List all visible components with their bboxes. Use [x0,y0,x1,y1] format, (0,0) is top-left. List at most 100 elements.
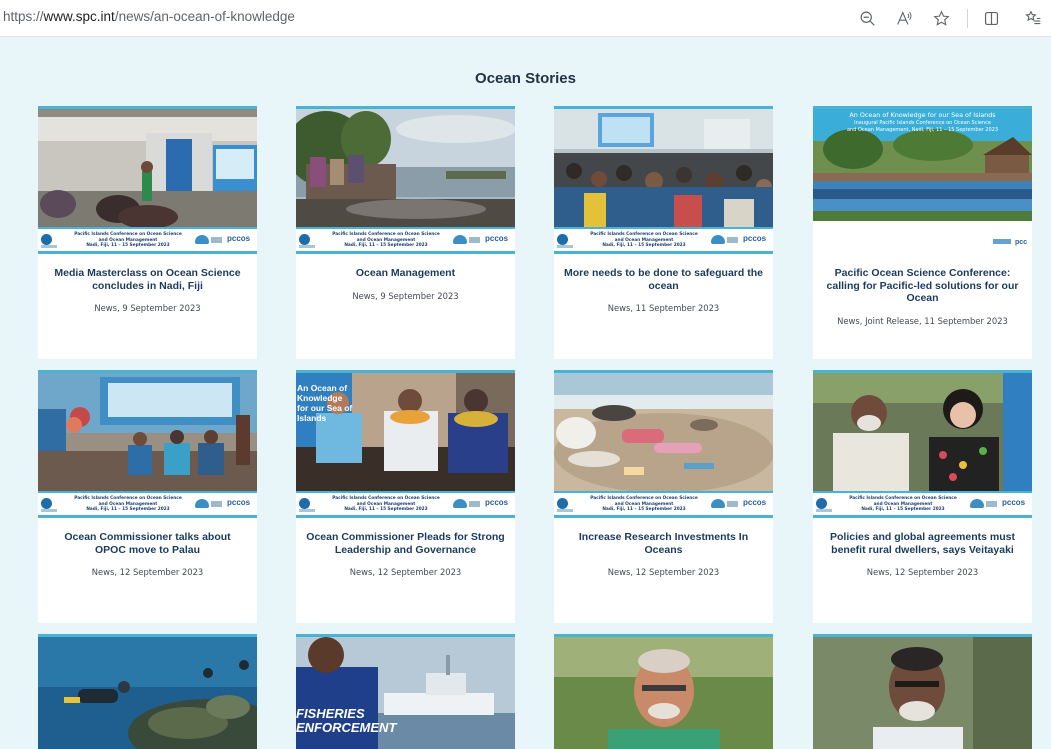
card-thumbnail[interactable]: Pacific Islands Conference on Ocean Scie… [296,109,515,254]
banner-text: Pacific Islands Conference on Ocean Scie… [68,232,188,249]
card-thumbnail[interactable]: Pacific Islands Conference on Ocean Scie… [813,373,1032,518]
story-card-10[interactable]: FISHERIES ENFORCEMENT [296,634,515,749]
pccos-logo: pccos [743,234,767,243]
story-card-11[interactable] [554,634,773,749]
header-line-2: Inaugural Pacific Islands Conference on … [854,120,991,126]
card-meta: News, 12 September 2023 [91,567,204,577]
favorite-star-icon[interactable] [929,6,953,30]
pccos-logo: pccos [227,234,251,243]
card-meta: News, 12 September 2023 [866,567,979,577]
banner-text: Pacific Islands Conference on Ocean Scie… [843,496,963,513]
card-title[interactable]: Increase Research Investments In Oceans [564,531,763,556]
spc-logo-icon [41,498,52,509]
partner-logo-text [469,237,480,243]
conference-banner: Pacific Islands Conference on Ocean Scie… [554,227,773,254]
banner-text: Pacific Islands Conference on Ocean Scie… [326,232,446,249]
logo-caption [816,509,832,512]
pccos-logo: pccos [485,498,509,507]
story-card-12[interactable] [813,634,1032,749]
card-title[interactable]: Ocean Commissioner Pleads for Strong Lea… [306,531,505,556]
conference-banner: Pacific Islands Conference on Ocean Scie… [38,491,257,518]
logo-caption [41,509,57,512]
story-card-1[interactable]: Pacific Islands Conference on Ocean Scie… [38,106,257,359]
header-line-1: An Ocean of Knowledge for our Sea of Isl… [849,111,996,119]
card-meta: News, 12 September 2023 [607,567,720,577]
banner-text: Pacific Islands Conference on Ocean Scie… [584,232,704,249]
partner-logo-icon [453,499,467,508]
banner-line-3: Nadi, Fiji, 11 – 15 September 2023 [86,243,170,248]
banner-line-3: Nadi, Fiji, 11 – 15 September 2023 [602,243,686,248]
vest-line-2: ENFORCEMENT [296,720,397,735]
conference-banner: Pacific Islands Conference on Ocean Scie… [296,491,515,518]
card-thumbnail[interactable]: Pacific Islands Conference on Ocean Scie… [38,373,257,518]
partner-logo-text [211,237,222,243]
portrait-photo [554,637,773,749]
diver-reef-photo [38,637,257,749]
spc-logo-icon [41,234,52,245]
card-title[interactable]: Pacific Ocean Science Conference: callin… [823,267,1022,305]
card-thumbnail[interactable]: Pacific Islands Conference on Ocean Scie… [554,109,773,254]
banner-line-1: Pacific Islands Conference on Ocean Scie… [590,232,698,237]
url-field[interactable]: https://www.spc.int/news/an-ocean-of-kno… [3,9,295,24]
banner-line-1: Pacific Islands Conference on Ocean Scie… [332,232,440,237]
card-title[interactable]: Ocean Management [306,267,505,280]
card-title[interactable]: More needs to be done to safeguard the o… [564,267,763,292]
vest-line-1: FISHERIES [296,706,365,721]
svg-text:pcc: pcc [1015,239,1027,246]
split-screen-icon[interactable] [979,6,1003,30]
banner-line-1: Pacific Islands Conference on Ocean Scie… [590,496,698,501]
partner-logo-icon [970,499,984,508]
card-meta: News, 9 September 2023 [352,290,459,301]
partner-logo-text [727,501,738,507]
story-card-8[interactable]: Pacific Islands Conference on Ocean Scie… [813,370,1032,623]
zoom-out-icon[interactable] [855,6,879,30]
story-card-4[interactable]: pcc An Ocean of Knowledge for our Sea of… [813,106,1032,359]
banner-line-3: Nadi, Fiji, 11 – 15 September 2023 [861,507,945,512]
card-title[interactable]: Policies and global agreements must bene… [823,531,1022,556]
pccos-logo: pccos [485,234,509,243]
speakers-photo [813,373,1032,491]
banner-line-1: Pacific Islands Conference on Ocean Scie… [849,496,957,501]
card-thumbnail[interactable]: An Ocean of Knowledge for our Sea of Isl… [296,373,515,518]
banner-line-3: Nadi, Fiji, 11 – 15 September 2023 [344,507,428,512]
panel-discussion-photo [38,373,257,491]
story-card-5[interactable]: Pacific Islands Conference on Ocean Scie… [38,370,257,623]
coastal-village-photo [296,109,515,227]
logo-caption [299,509,315,512]
partner-logo-icon [195,499,209,508]
favorites-list-icon[interactable] [1021,6,1045,30]
story-card-6[interactable]: An Ocean of Knowledge for our Sea of Isl… [296,370,515,623]
banner-line-1: Pacific Islands Conference on Ocean Scie… [74,496,182,501]
pccos-logo: pccos [1002,498,1026,507]
story-card-7[interactable]: Pacific Islands Conference on Ocean Scie… [554,370,773,623]
banner-line-3: Nadi, Fiji, 11 – 15 September 2023 [344,243,428,248]
speaker-portrait-photo [813,637,1032,749]
story-card-3[interactable]: Pacific Islands Conference on Ocean Scie… [554,106,773,359]
partner-logo-text [469,501,480,507]
partner-logo-icon [453,235,467,244]
partner-logo-text [727,237,738,243]
card-meta: News, 12 September 2023 [349,567,462,577]
story-card-2[interactable]: Pacific Islands Conference on Ocean Scie… [296,106,515,359]
conference-banner: Pacific Islands Conference on Ocean Scie… [296,227,515,254]
card-thumbnail[interactable]: pcc An Ocean of Knowledge for our Sea of… [813,109,1032,254]
banner-text: Pacific Islands Conference on Ocean Scie… [326,496,446,513]
card-title[interactable]: Ocean Commissioner talks about OPOC move… [48,531,247,556]
partner-logo-text [986,501,997,507]
card-thumbnail[interactable]: Pacific Islands Conference on Ocean Scie… [38,109,257,254]
logo-caption [557,245,573,248]
read-aloud-icon[interactable] [892,6,916,30]
logo-caption [557,509,573,512]
logo-caption [41,245,57,248]
url-domain: www.spc.int [43,9,115,24]
conference-banner: Pacific Islands Conference on Ocean Scie… [813,491,1032,518]
card-thumbnail[interactable]: Pacific Islands Conference on Ocean Scie… [554,373,773,518]
card-meta: News, Joint Release, 11 September 2023 [837,315,1008,326]
sign-overlay-text: An Ocean of Knowledge for our Sea of Isl… [297,383,353,423]
banner-line-1: Pacific Islands Conference on Ocean Scie… [332,496,440,501]
spc-logo-icon [557,234,568,245]
conference-banner: Pacific Islands Conference on Ocean Scie… [554,491,773,518]
card-title[interactable]: Media Masterclass on Ocean Science concl… [48,267,247,292]
banner-text: Pacific Islands Conference on Ocean Scie… [584,496,704,513]
story-card-9[interactable] [38,634,257,749]
